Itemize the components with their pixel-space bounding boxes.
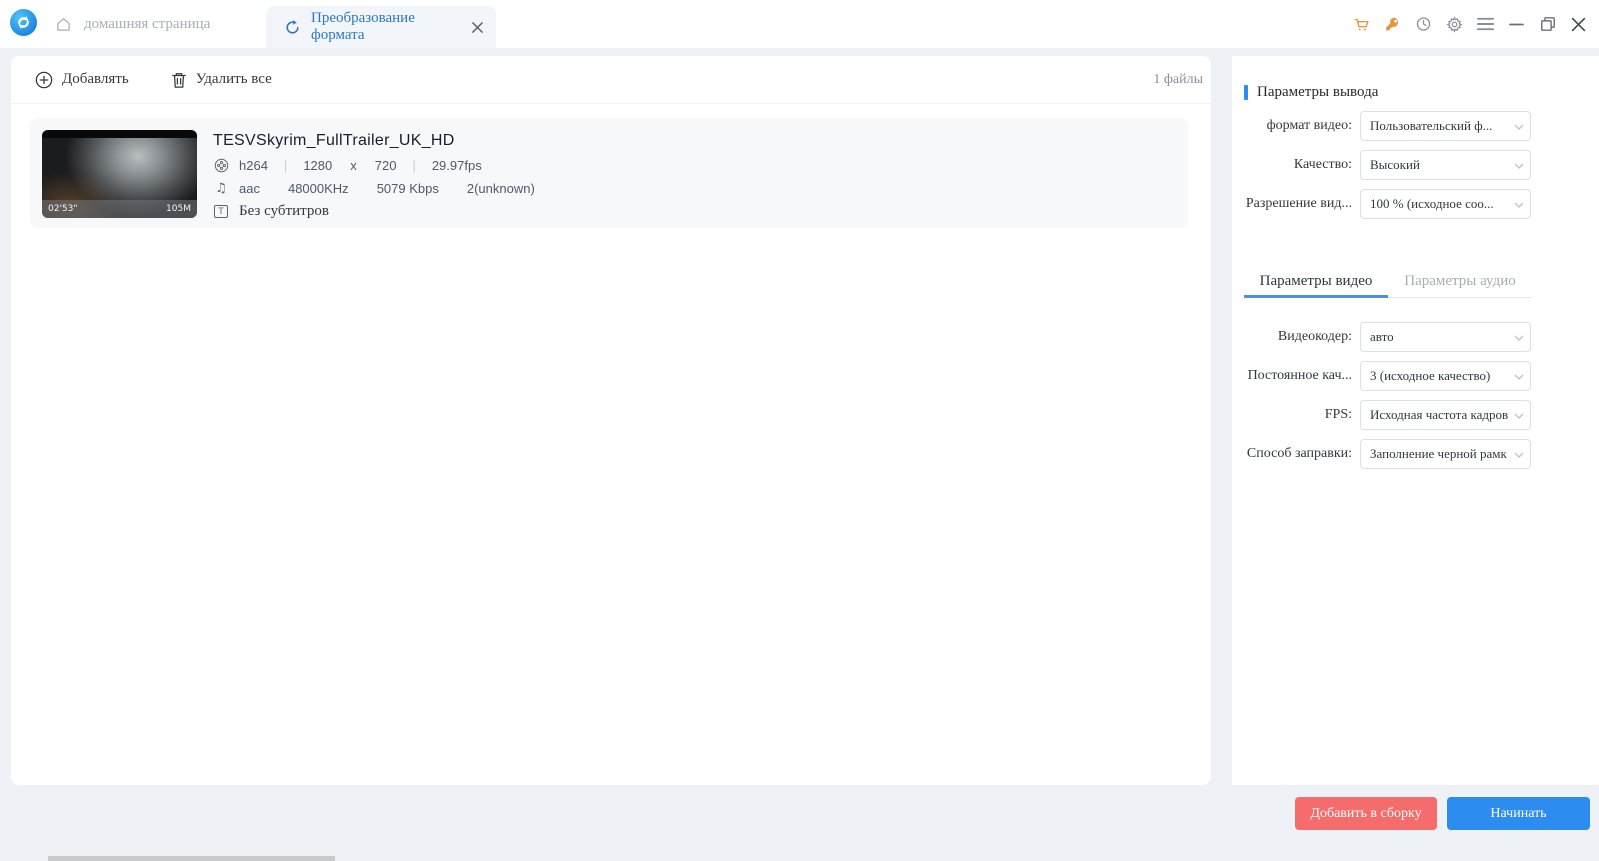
home-tab-label: домашняя страница [84,15,211,32]
title-bar: домашняя страница Преобразование формата [0,0,1599,48]
active-tab-label: Преобразование формата [311,10,415,43]
menu-icon[interactable] [1477,16,1494,33]
home-icon [55,16,72,33]
video-codec: h264 [239,158,268,173]
thumbnail-overlay: 02'53" 105M [42,200,197,218]
field-resolution: Разрешение вид... 100 % (исходное соо... [1232,189,1531,219]
quality-value: Высокий [1370,157,1420,172]
video-thumbnail: 02'53" 105M [42,130,197,218]
field-fill-method: Способ заправки: Заполнение черной рамк [1232,439,1531,469]
add-files-label: Добавлять [62,71,129,87]
tab-format-conversion[interactable]: Преобразование формата [266,6,496,48]
tab-audio-params[interactable]: Параметры аудио [1388,268,1532,298]
file-info: TESVSkyrim_FullTrailer_UK_HD h264 | 1280… [213,130,535,219]
convert-icon [284,19,301,36]
audio-bitrate: 5079 Kbps [376,181,439,196]
audio-spec-row: ♫ aac 48000KHz 5079 Kbps 2(unknown) [213,181,535,196]
film-reel-icon [213,158,229,173]
file-count-label: 1 файлы [1153,71,1203,87]
history-icon[interactable] [1415,16,1432,33]
tab-home[interactable]: домашняя страница [55,0,210,48]
constant-quality-label: Постоянное кач... [1247,368,1352,383]
close-icon[interactable] [1570,16,1587,33]
fill-method-label: Способ заправки: [1246,446,1352,461]
field-fps: FPS: Исходная частота кадров [1232,400,1531,430]
restore-icon[interactable] [1539,16,1556,33]
tab-close-icon[interactable] [471,21,484,34]
add-to-queue-button[interactable]: Добавить в сборку [1295,797,1437,830]
field-video-encoder: Видеокодер: авто [1232,322,1531,352]
delete-all-button[interactable]: Удалить все [171,71,272,89]
chevron-down-icon [1514,413,1524,419]
key-icon[interactable] [1384,16,1401,33]
output-params-header: Параметры вывода [1244,84,1378,101]
subtitle-label: Без субтитров [239,203,329,219]
resolution-label: Разрешение вид... [1245,196,1352,211]
video-fps: 29.97fps [431,158,482,173]
taskbar-edge [48,856,335,861]
chevron-down-icon [1514,163,1524,169]
chevron-down-icon [1514,202,1524,208]
subtitle-icon: T [213,205,229,218]
resolution-value: 100 % (исходное соо... [1370,196,1494,211]
audio-sample-rate: 48000KHz [287,181,349,196]
output-settings-panel: Параметры вывода формат видео: Пользоват… [1232,56,1599,785]
file-title: TESVSkyrim_FullTrailer_UK_HD [213,132,455,149]
file-toolbar: Добавлять Удалить все 1 файлы [11,56,1211,104]
subtitle-row: T Без субтитров [213,203,535,219]
fps-value: Исходная частота кадров [1370,407,1509,422]
start-button[interactable]: Начинать [1447,797,1590,830]
constant-quality-value: 3 (исходное качество) [1370,368,1491,383]
fps-select[interactable]: Исходная частота кадров [1360,400,1531,430]
resolution-select[interactable]: 100 % (исходное соо... [1360,189,1531,219]
chevron-down-icon [1514,452,1524,458]
delete-all-label: Удалить все [195,71,272,87]
output-params-title: Параметры вывода [1257,84,1379,100]
video-width: 1280 [303,158,333,173]
video-encoder-value: авто [1370,329,1394,344]
video-encoder-select[interactable]: авто [1360,322,1531,352]
video-format-label: формат видео: [1266,118,1352,133]
plus-circle-icon [35,71,53,89]
quality-label: Качество: [1293,157,1352,172]
settings-tabs: Параметры видео Параметры аудио [1244,268,1532,298]
file-list-panel: Добавлять Удалить все 1 файлы 02'53" 105… [11,56,1211,785]
video-duration: 02'53" [48,204,78,214]
window-controls [1353,0,1587,48]
tabs-active-underline [1244,295,1388,298]
chevron-down-icon [1514,124,1524,130]
field-video-format: формат видео: Пользовательский ф... [1232,111,1531,141]
audio-channels: 2(unknown) [466,181,535,196]
minimize-icon[interactable] [1508,16,1525,33]
times-label: x [350,158,357,173]
audio-codec: aac [239,181,260,196]
field-constant-quality: Постоянное кач... 3 (исходное качество) [1232,361,1531,391]
video-format-value: Пользовательский ф... [1370,118,1493,133]
video-filesize: 105M [166,204,191,214]
video-format-select[interactable]: Пользовательский ф... [1360,111,1531,141]
accent-bar [1244,85,1248,100]
chevron-down-icon [1514,335,1524,341]
separator: | [412,158,416,173]
video-encoder-label: Видеокодер: [1277,329,1352,344]
music-note-icon: ♫ [215,181,227,196]
video-height: 720 [374,158,397,173]
add-files-button[interactable]: Добавлять [35,71,129,89]
chevron-down-icon [1514,374,1524,380]
tab-video-params[interactable]: Параметры видео [1244,268,1388,298]
separator: | [283,158,288,173]
video-spec-row: h264 | 1280 x 720 | 29.97fps [213,158,535,173]
cart-icon[interactable] [1353,16,1370,33]
constant-quality-select[interactable]: 3 (исходное качество) [1360,361,1531,391]
fill-method-select[interactable]: Заполнение черной рамк [1360,439,1531,469]
quality-select[interactable]: Высокий [1360,150,1531,180]
app-logo-icon [10,9,37,36]
fps-label: FPS: [1324,407,1352,422]
file-list-item[interactable]: 02'53" 105M TESVSkyrim_FullTrailer_UK_HD… [30,118,1188,228]
fill-method-value: Заполнение черной рамк [1370,446,1507,461]
field-quality: Качество: Высокий [1232,150,1531,180]
gear-icon[interactable] [1446,15,1463,33]
trash-icon [171,71,187,89]
